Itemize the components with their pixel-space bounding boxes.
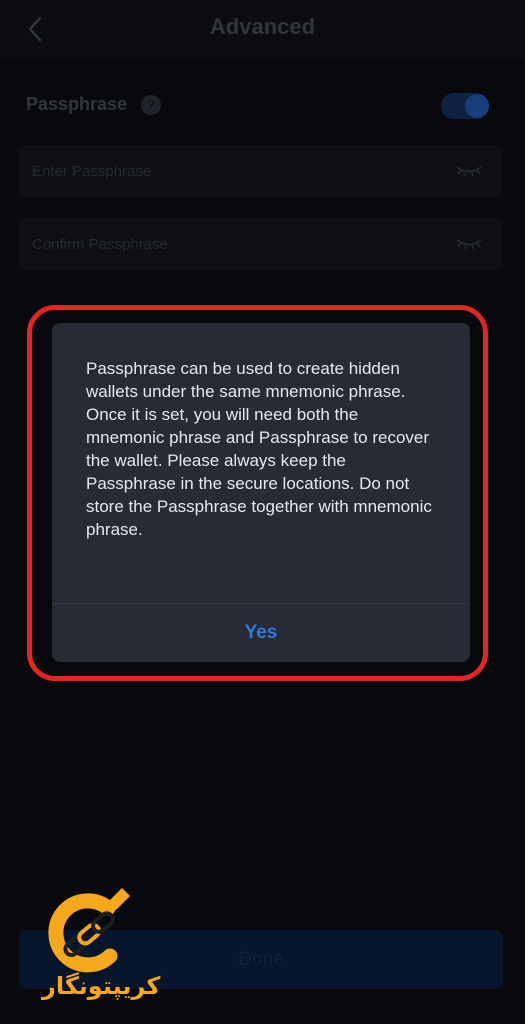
dialog-message: Passphrase can be used to create hidden … (86, 359, 432, 539)
passphrase-info-dialog: Passphrase can be used to create hidden … (52, 323, 470, 662)
watermark-text: کریپتونگار (42, 972, 161, 1000)
yes-button[interactable]: Yes (52, 604, 470, 662)
